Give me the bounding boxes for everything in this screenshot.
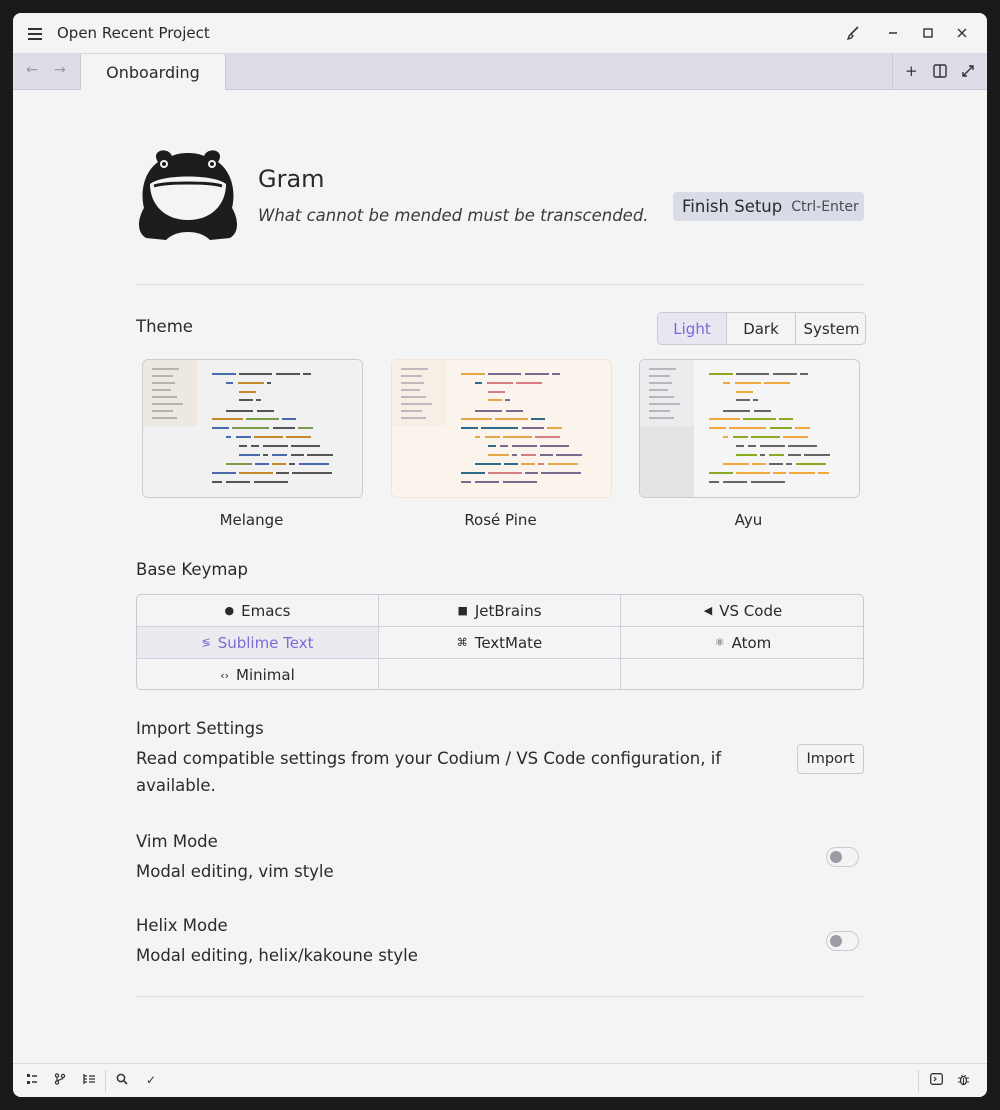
- tab-bar: ← → Onboarding +: [13, 54, 987, 90]
- window-title: Open Recent Project: [57, 24, 210, 42]
- checkmark-icon[interactable]: ✓: [146, 1073, 156, 1087]
- toggle-knob: [830, 935, 842, 947]
- toggle-knob: [830, 851, 842, 863]
- divider: [136, 284, 864, 285]
- theme-card-ayu[interactable]: [639, 359, 860, 498]
- theme-mode-dark[interactable]: Dark: [727, 313, 796, 344]
- tagline: What cannot be mended must be transcende…: [258, 206, 649, 225]
- theme-mode-switch: Light Dark System: [657, 312, 866, 345]
- sublime-icon: ≶: [201, 636, 211, 649]
- theme-mode-light[interactable]: Light: [658, 313, 727, 344]
- helix-description: Modal editing, helix/kakoune style: [136, 946, 418, 965]
- theme-card-melange[interactable]: [142, 359, 363, 498]
- keymap-emacs[interactable]: ● Emacs: [137, 595, 379, 627]
- title-bar: Open Recent Project: [13, 13, 987, 54]
- keymap-sublime-text[interactable]: ≶ Sublime Text: [137, 627, 379, 659]
- menu-icon[interactable]: [28, 25, 42, 41]
- vscode-icon: ◀: [703, 604, 713, 617]
- import-description-line: available.: [136, 776, 216, 795]
- keymap-label: Emacs: [241, 601, 291, 620]
- minimize-icon[interactable]: [881, 21, 905, 45]
- forward-arrow-icon[interactable]: →: [54, 62, 66, 78]
- keymap-empty-cell: [379, 659, 621, 689]
- keymap-minimal[interactable]: ‹› Minimal: [137, 659, 379, 689]
- git-branch-icon[interactable]: [54, 1073, 66, 1088]
- theme-preview-rose-pine: [392, 360, 611, 497]
- maximize-icon[interactable]: [916, 21, 940, 45]
- keymap-label: Atom: [731, 633, 772, 652]
- textmate-icon: ⌘: [456, 636, 468, 649]
- finish-setup-button[interactable]: Finish Setup Ctrl-Enter: [673, 192, 864, 221]
- theme-label-melange: Melange: [219, 511, 284, 529]
- theme-mode-system[interactable]: System: [796, 313, 865, 344]
- keymap-label: Sublime Text: [217, 633, 314, 652]
- close-icon[interactable]: [950, 21, 974, 45]
- theme-preview-melange: [143, 360, 362, 497]
- app-window: Open Recent Project ← → Onboarding + Gra…: [13, 13, 987, 1097]
- debug-bug-icon[interactable]: [957, 1073, 970, 1089]
- status-separator: [105, 1070, 106, 1092]
- import-heading: Import Settings: [136, 719, 264, 738]
- jetbrains-icon: ■: [457, 604, 468, 617]
- emacs-icon: ●: [224, 604, 235, 617]
- back-arrow-icon[interactable]: ←: [26, 62, 38, 78]
- keymap-label: TextMate: [474, 633, 543, 652]
- keymap-empty-cell: [621, 659, 863, 689]
- keymap-grid: ● Emacs ■ JetBrains ◀ VS Code ≶ Sublime …: [136, 594, 864, 690]
- search-icon[interactable]: [116, 1073, 128, 1088]
- gram-frog-logo: [139, 150, 237, 240]
- theme-card-rose-pine[interactable]: [391, 359, 612, 498]
- tab-onboarding[interactable]: Onboarding: [80, 54, 226, 90]
- atom-icon: ⚛: [714, 636, 725, 649]
- status-separator: [918, 1070, 919, 1092]
- project-tree-icon[interactable]: [26, 1073, 38, 1088]
- terminal-icon[interactable]: [930, 1073, 943, 1088]
- import-button[interactable]: Import: [797, 744, 864, 774]
- theme-label-ayu: Ayu: [734, 511, 763, 529]
- app-name: Gram: [258, 165, 325, 193]
- split-pane-icon[interactable]: [933, 64, 947, 82]
- finish-setup-shortcut: Ctrl-Enter: [791, 198, 859, 215]
- vim-heading: Vim Mode: [136, 832, 218, 851]
- helix-heading: Helix Mode: [136, 916, 228, 935]
- keymap-label: JetBrains: [474, 601, 542, 620]
- keymap-atom[interactable]: ⚛ Atom: [621, 627, 863, 659]
- plus-icon[interactable]: +: [905, 62, 918, 80]
- code-icon: ‹›: [220, 668, 230, 682]
- import-description: Read compatible settings from your Codiu…: [136, 745, 721, 799]
- keymap-textmate[interactable]: ⌘ TextMate: [379, 627, 621, 659]
- theme-preview-ayu: [640, 360, 859, 497]
- outline-list-icon[interactable]: [83, 1073, 96, 1088]
- divider: [136, 996, 864, 997]
- helix-mode-toggle[interactable]: [826, 931, 859, 951]
- finish-setup-label: Finish Setup: [682, 197, 783, 216]
- keymap-label: VS Code: [719, 601, 783, 620]
- theme-label-rose-pine: Rosé Pine: [464, 511, 537, 529]
- theme-heading: Theme: [136, 317, 193, 336]
- tab-actions: +: [892, 54, 987, 89]
- keymap-heading: Base Keymap: [136, 560, 248, 579]
- vim-mode-toggle[interactable]: [826, 847, 859, 867]
- import-description-line: Read compatible settings from your Codiu…: [136, 749, 722, 768]
- status-bar: ✓: [13, 1063, 987, 1097]
- zoom-expand-icon[interactable]: [961, 64, 975, 82]
- keymap-label: Minimal: [236, 666, 295, 684]
- keymap-jetbrains[interactable]: ■ JetBrains: [379, 595, 621, 627]
- keymap-vscode[interactable]: ◀ VS Code: [621, 595, 863, 627]
- vim-description: Modal editing, vim style: [136, 862, 334, 881]
- paint-brush-icon[interactable]: [841, 21, 865, 45]
